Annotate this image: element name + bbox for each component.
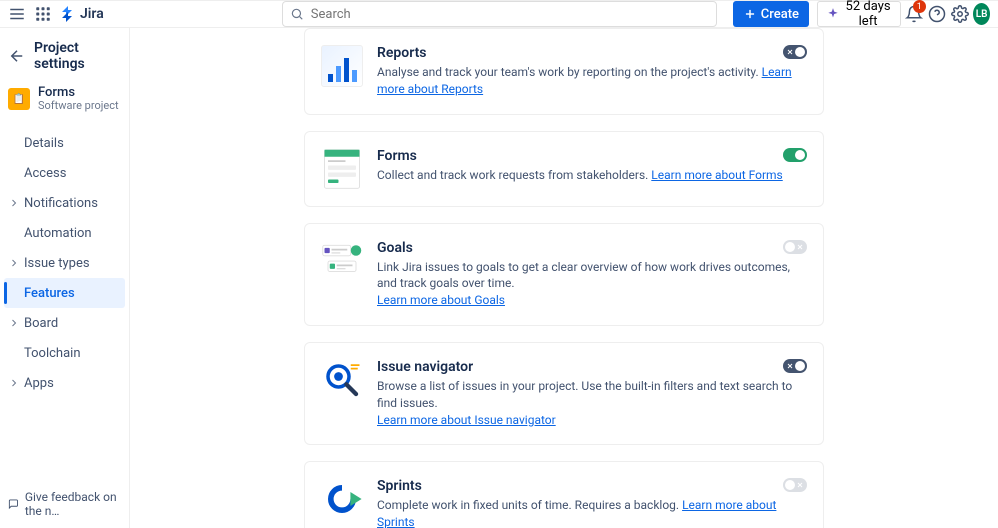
project-type: Software project [38,100,119,112]
search-icon [290,7,304,21]
sidebar-item-automation[interactable]: Automation [4,218,125,248]
feature-learn-more-link[interactable]: Learn more about Issue navigator [377,413,556,427]
feedback-link[interactable]: Give feedback on the n… [4,486,129,522]
feature-title: Issue navigator [377,359,807,375]
feature-desc: Link Jira issues to goals to get a clear… [377,259,807,309]
feature-toggle[interactable] [783,359,807,373]
trial-button[interactable]: 52 days left [817,1,901,27]
settings-icon[interactable] [950,2,969,26]
nav-label: Features [24,286,75,301]
sidebar-nav: Details Access Notifications Automation Issu… [4,128,125,398]
chevron-right-icon [8,317,20,329]
feature-card-sprints: Sprints Complete work in fixed units of t… [304,461,824,528]
feature-card-forms: Forms Collect and track work requests fro… [304,131,824,207]
nav-label: Issue types [24,256,90,271]
feature-card-goals: Goals Link Jira issues to goals to get a … [304,223,824,326]
feature-thumb [321,148,363,190]
feature-toggle [783,240,807,254]
sidebar-item-details[interactable]: Details [4,128,125,158]
jira-logo[interactable]: Jira [60,6,104,22]
nav-label: Board [24,316,58,331]
logo-text: Jira [80,6,104,22]
feature-learn-more-link[interactable]: Learn more about Sprints [377,498,776,528]
feature-desc: Collect and track work requests from sta… [377,167,807,184]
feature-thumb [321,478,363,520]
feature-title: Sprints [377,478,807,494]
nav-label: Toolchain [24,346,81,361]
feature-title: Forms [377,148,807,164]
sidebar-title: Project settings [34,40,121,72]
sidebar-item-features[interactable]: Features [4,278,125,308]
feature-toggle[interactable] [783,148,807,162]
back-arrow-icon[interactable] [8,46,26,66]
feature-learn-more-link[interactable]: Learn more about Reports [377,65,792,96]
chevron-right-icon [8,377,20,389]
project-row[interactable]: 📋 Forms Software project [4,80,125,118]
nav-label: Automation [24,226,92,241]
feature-title: Goals [377,240,807,256]
notification-badge: 1 [913,0,926,13]
feature-learn-more-link[interactable]: Learn more about Forms [651,168,782,182]
feature-card-reports: Reports Analyse and track your team's wor… [304,28,824,115]
nav-label: Access [24,166,66,181]
avatar[interactable]: LB [973,3,990,25]
feature-desc: Analyse and track your team's work by re… [377,64,807,98]
sidebar-item-apps[interactable]: Apps [4,368,125,398]
feature-thumb [321,45,363,87]
sidebar-toggle-icon[interactable] [8,2,26,26]
feature-title: Reports [377,45,807,61]
sidebar-item-board[interactable]: Board [4,308,125,338]
project-icon: 📋 [8,88,30,110]
feature-card-issue-navigator: Issue navigator Browse a list of issues i… [304,342,824,445]
sparkle-icon [826,7,840,21]
feature-thumb [321,240,363,282]
nav-label: Notifications [24,196,98,211]
nav-label: Apps [24,376,54,391]
sidebar-item-toolchain[interactable]: Toolchain [4,338,125,368]
app-switcher-icon[interactable] [34,2,52,26]
feature-desc: Complete work in fixed units of time. Re… [377,497,807,528]
create-label: Create [761,7,799,22]
feature-toggle[interactable] [783,45,807,59]
sidebar-item-notifications[interactable]: Notifications [4,188,125,218]
help-icon[interactable] [928,2,947,26]
notifications-icon[interactable]: 1 [905,2,924,26]
project-name: Forms [38,86,119,100]
chevron-right-icon [8,197,20,209]
feature-learn-more-link[interactable]: Learn more about Goals [377,293,505,307]
feature-toggle [783,478,807,492]
create-button[interactable]: Create [733,1,809,27]
feature-desc: Browse a list of issues in your project.… [377,378,807,428]
search-input[interactable] [282,1,717,27]
trial-label: 52 days left [844,0,892,29]
sidebar: Project settings 📋 Forms Software projec… [0,28,130,528]
topbar: Jira Create 52 days left 1 LB [0,0,998,28]
sidebar-item-access[interactable]: Access [4,158,125,188]
nav-label: Details [24,136,64,151]
feature-thumb [321,359,363,401]
search-wrap [282,1,717,27]
chevron-right-icon [8,257,20,269]
feedback-label: Give feedback on the n… [25,490,125,518]
topbar-right: 52 days left 1 LB [817,1,990,27]
content-area[interactable]: Reports Analyse and track your team's wor… [130,28,998,528]
sidebar-item-issue-types[interactable]: Issue types [4,248,125,278]
